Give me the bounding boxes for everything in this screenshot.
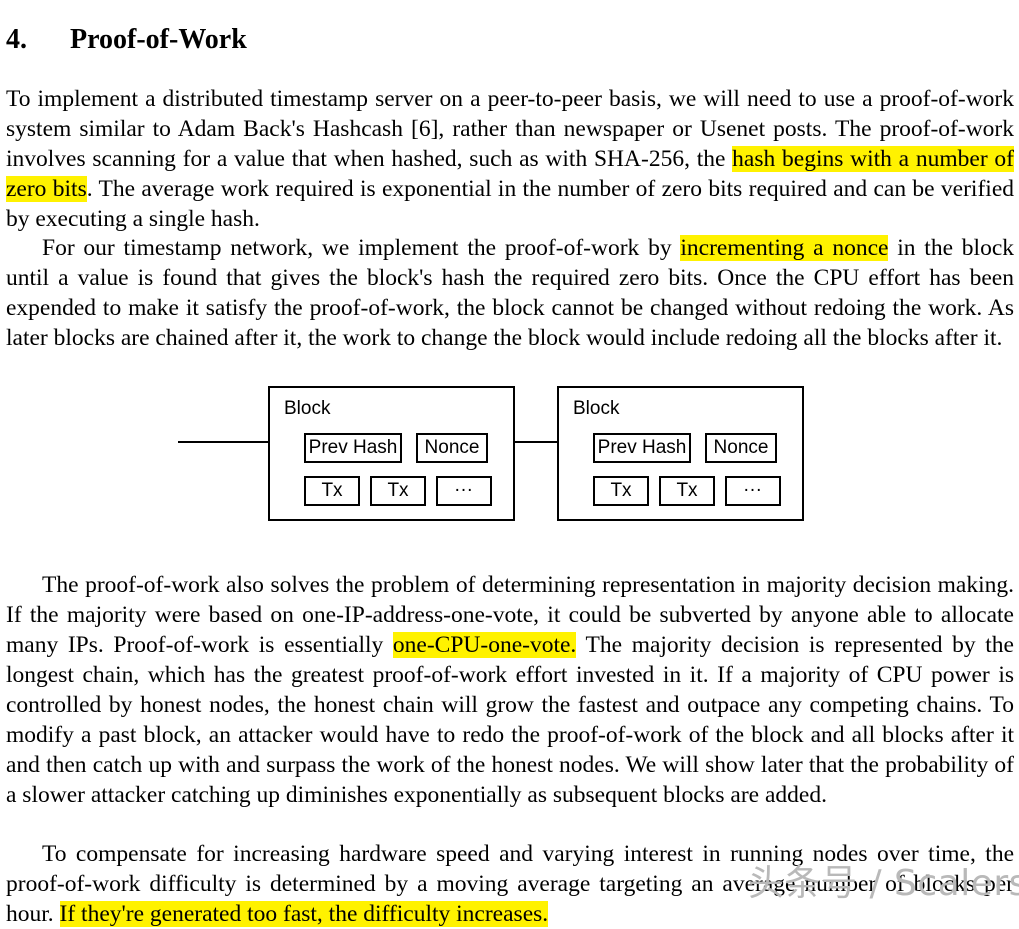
block-2-tx-1-label: Tx xyxy=(610,480,632,501)
paragraph-3: The proof-of-work also solves the proble… xyxy=(6,570,1014,810)
block-2-prev-hash-label: Prev Hash xyxy=(597,437,687,458)
block-2-nonce: Nonce xyxy=(705,433,777,463)
block-1-tx-2: Tx xyxy=(370,476,426,506)
block-1-prev-hash-label: Prev Hash xyxy=(308,437,398,458)
block-1-label: Block xyxy=(284,398,331,419)
block-1-tx-2-label: Tx xyxy=(387,480,409,501)
highlight-incrementing-nonce: incrementing a nonce xyxy=(680,234,889,261)
block-2-more-label: ... xyxy=(743,475,763,496)
paragraph-2: For our timestamp network, we implement … xyxy=(6,233,1014,353)
block-2-more: ... xyxy=(725,475,781,506)
block-2-prev-hash: Prev Hash xyxy=(593,433,691,463)
highlight-one-cpu-one-vote: one-CPU-one-vote. xyxy=(392,631,577,658)
block-2-label: Block xyxy=(573,398,620,419)
block-1-more-label: ... xyxy=(454,475,474,496)
block-1-prev-hash: Prev Hash xyxy=(304,433,402,463)
block-1-tx-1-label: Tx xyxy=(321,480,343,501)
section-number: 4. xyxy=(6,23,27,55)
block-2-tx-2-label: Tx xyxy=(676,480,698,501)
blockchain-diagram: Block Prev Hash Nonce Tx Tx ... Block Pr… xyxy=(178,378,838,526)
block-2-tx-1: Tx xyxy=(593,476,649,506)
block-1-more: ... xyxy=(436,475,492,506)
section-heading: 4. Proof-of-Work xyxy=(6,23,1006,57)
block-2-nonce-label: Nonce xyxy=(713,437,769,458)
paragraph-2-text-a: For our timestamp network, we implement … xyxy=(42,234,681,261)
paragraph-1-text-b: . The average work required is exponenti… xyxy=(6,175,1014,232)
paragraph-1: To implement a distributed timestamp ser… xyxy=(6,84,1014,234)
paragraph-4: To compensate for increasing hardware sp… xyxy=(6,839,1014,929)
block-1: Block Prev Hash Nonce Tx Tx ... xyxy=(268,386,515,521)
section-title: Proof-of-Work xyxy=(70,23,247,55)
block-1-nonce-label: Nonce xyxy=(424,437,480,458)
document-page: 4. Proof-of-Work To implement a distribut… xyxy=(0,0,1019,927)
block-1-tx-1: Tx xyxy=(304,476,360,506)
highlight-difficulty-increases: If they're generated too fast, the diffi… xyxy=(59,900,549,927)
block-1-nonce: Nonce xyxy=(416,433,488,463)
block-2-tx-2: Tx xyxy=(659,476,715,506)
block-2: Block Prev Hash Nonce Tx Tx ... xyxy=(557,386,804,521)
